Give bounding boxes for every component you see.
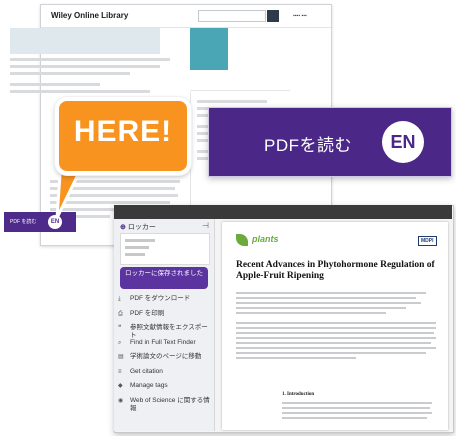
sidebar-menu-item[interactable]: ❝ 参照文献情報をエクスポート	[118, 324, 212, 339]
search-icon: ⌕	[118, 339, 122, 346]
collapse-sidebar-icon[interactable]: ⊣	[202, 221, 209, 230]
locker-sidebar: ⊕ ロッカー ⊣ ロッカーに保存されました ⤓ PDF をダウンロード ⎙ PDF を…	[114, 219, 215, 431]
sidebar-menu-label: Find in Full Text Finder	[130, 338, 196, 346]
search-button[interactable]	[267, 10, 279, 22]
sidebar-menu-item[interactable]: ◆ Manage tags	[118, 382, 212, 397]
sidebar-menu-label: Web of Science に関する情報	[130, 396, 210, 412]
paper-title: Recent Advances in Phytohormone Regulati…	[236, 260, 435, 281]
sidebar-menu-label: 学術論文のページに移動	[130, 353, 202, 360]
intro-heading: 1. Introduction	[282, 392, 315, 397]
locker-title: ロッカー	[127, 224, 156, 231]
read-pdf-label: PDFを読む	[264, 136, 352, 155]
saved-to-locker-button[interactable]: ロッカーに保存されました	[120, 267, 208, 289]
article-title-lines	[10, 58, 180, 97]
document-icon: ▤	[118, 354, 124, 360]
affiliation-lines	[236, 292, 436, 317]
read-pdf-button-zoom[interactable]: PDFを読む EN	[208, 107, 452, 177]
tag-icon: ◆	[118, 383, 123, 389]
sidebar-menu-label: Manage tags	[130, 382, 168, 389]
abstract-lines-paper	[236, 322, 436, 362]
document-card	[120, 233, 210, 265]
reader-topbar	[114, 205, 452, 219]
sidebar-menu-label: PDF を印刷	[130, 309, 165, 317]
sidebar-menu-label: Get citation	[130, 367, 163, 375]
pdf-page: plants MDPI Recent Advances in Phytohorm…	[222, 222, 448, 430]
journal-name: plants	[252, 234, 279, 244]
quote-icon: ❝	[118, 325, 122, 331]
read-pdf-label-small: PDF を読む	[10, 219, 37, 225]
article-toolbar	[190, 70, 290, 91]
wiley-brand[interactable]: Wiley Online Library	[51, 11, 128, 20]
sidebar-menu-label: PDF をダウンロード	[130, 295, 191, 302]
download-icon: ⤓	[118, 296, 121, 302]
search-input[interactable]	[198, 10, 266, 22]
intro-lines	[282, 402, 432, 422]
en-badge: EN	[382, 121, 424, 163]
here-speech-bubble: HERE!	[55, 97, 191, 175]
journal-cover[interactable]	[190, 28, 228, 70]
sidebar-menu-item[interactable]: ◉ Web of Science に関する情報	[118, 397, 212, 412]
print-icon: ⎙	[118, 310, 123, 317]
plants-leaf-logo	[236, 234, 248, 246]
journal-banner	[10, 28, 160, 54]
sidebar-menu-item[interactable]: ⌕ Find in Full Text Finder	[118, 339, 212, 354]
share-icon: ≡	[118, 368, 122, 375]
locker-icon: ⊕	[120, 224, 126, 231]
publisher-logo: MDPI	[418, 236, 437, 246]
sidebar-menu-item[interactable]: ⤓ PDF をダウンロード	[118, 295, 212, 310]
globe-icon: ◉	[118, 397, 124, 404]
wiley-header: Wiley Online Library ▪▪▪▪ ▪▪▪	[41, 5, 331, 28]
locker-header: ⊕ ロッカー	[120, 222, 156, 232]
sidebar-menu: ⤓ PDF をダウンロード ⎙ PDF を印刷 ❝ 参照文献情報をエクスポート ⌕ Find …	[118, 295, 212, 412]
login-link[interactable]: ▪▪▪▪ ▪▪▪	[293, 13, 307, 19]
here-text: HERE!	[73, 115, 173, 148]
sidebar-menu-item[interactable]: ⎙ PDF を印刷	[118, 310, 212, 325]
sidebar-menu-item[interactable]: ▤ 学術論文のページに移動	[118, 353, 212, 368]
sidebar-menu-item[interactable]: ≡ Get citation	[118, 368, 212, 383]
